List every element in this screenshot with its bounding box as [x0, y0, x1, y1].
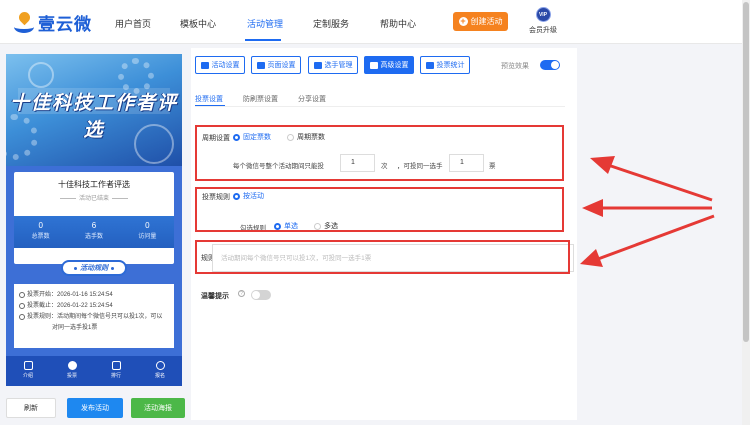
arrow-to-description-box [580, 214, 715, 267]
arrow-to-cycle-box [590, 156, 713, 202]
arrow-to-rule-box [582, 199, 712, 217]
annotation-arrows [580, 156, 715, 267]
